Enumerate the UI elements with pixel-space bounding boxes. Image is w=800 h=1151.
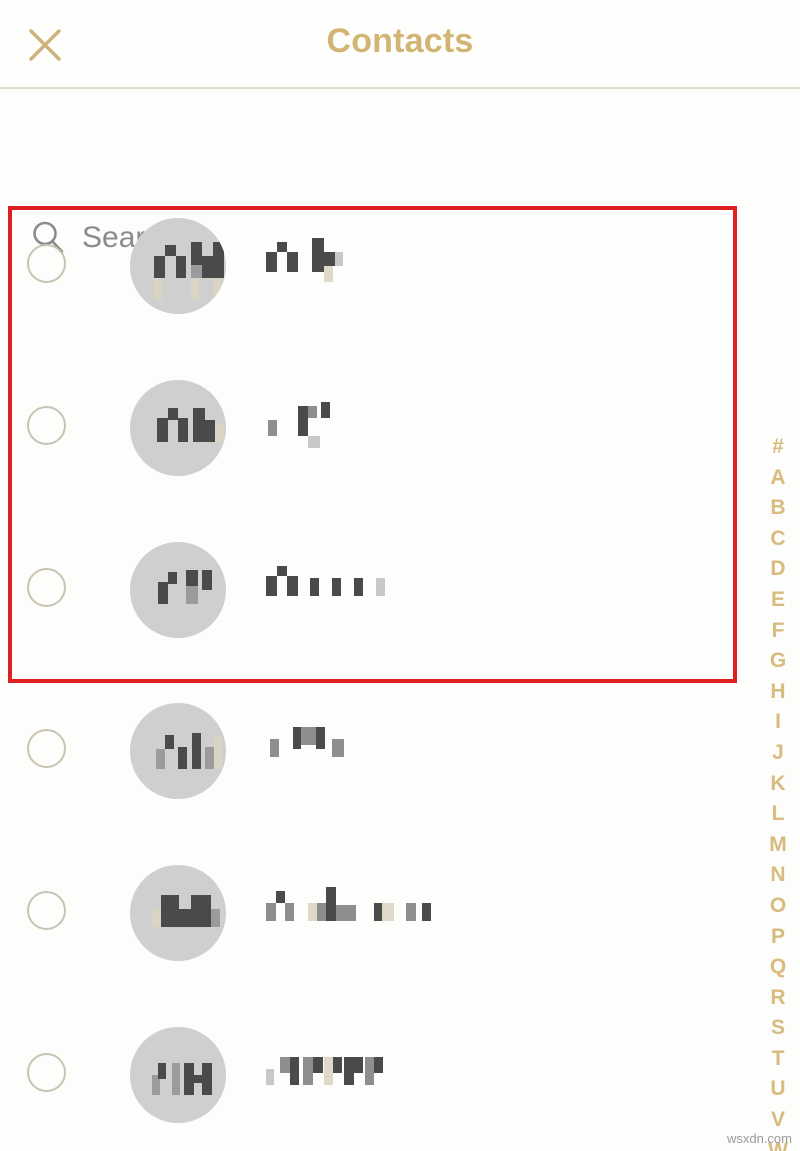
alpha-index-item[interactable]: D bbox=[756, 554, 800, 585]
contact-select-checkbox[interactable] bbox=[27, 568, 66, 607]
alpha-index-item[interactable]: G bbox=[756, 646, 800, 677]
watermark: wsxdn.com bbox=[726, 1131, 792, 1146]
contacts-screen: Contacts Search # A B C D E F G H I J K … bbox=[0, 0, 800, 1151]
contact-avatar bbox=[130, 218, 226, 314]
contact-avatar bbox=[130, 865, 226, 961]
contact-name bbox=[266, 558, 706, 618]
contact-name bbox=[266, 396, 706, 456]
alpha-index-item[interactable]: S bbox=[756, 1013, 800, 1044]
contact-list-item[interactable] bbox=[0, 506, 800, 668]
contact-select-checkbox[interactable] bbox=[27, 244, 66, 283]
contact-select-checkbox[interactable] bbox=[27, 1053, 66, 1092]
contact-name bbox=[266, 719, 706, 779]
page-title: Contacts bbox=[326, 22, 474, 60]
contact-avatar bbox=[130, 380, 226, 476]
contact-avatar bbox=[130, 542, 226, 638]
alpha-index-item[interactable]: F bbox=[756, 616, 800, 647]
contact-list-item[interactable] bbox=[0, 991, 800, 1151]
alpha-index-item[interactable]: O bbox=[756, 891, 800, 922]
alpha-index-item[interactable]: Q bbox=[756, 952, 800, 983]
contact-list[interactable] bbox=[0, 204, 800, 1151]
contact-name bbox=[266, 881, 706, 941]
alpha-index-item[interactable]: A bbox=[756, 463, 800, 494]
alpha-index-item[interactable]: H bbox=[756, 677, 800, 708]
alpha-index-item[interactable]: R bbox=[756, 983, 800, 1014]
alpha-index-item[interactable]: C bbox=[756, 524, 800, 555]
alpha-index-item[interactable]: N bbox=[756, 860, 800, 891]
alpha-index-item[interactable]: T bbox=[756, 1044, 800, 1075]
alpha-index-item[interactable]: E bbox=[756, 585, 800, 616]
contact-list-item[interactable] bbox=[0, 667, 800, 829]
contact-list-item[interactable] bbox=[0, 344, 800, 506]
alpha-index-item[interactable]: M bbox=[756, 830, 800, 861]
contact-name bbox=[266, 234, 706, 294]
alpha-index-item[interactable]: J bbox=[756, 738, 800, 769]
contact-list-item[interactable] bbox=[0, 182, 800, 344]
header-bar: Contacts bbox=[0, 0, 800, 89]
alpha-index-item[interactable]: P bbox=[756, 922, 800, 953]
alpha-index-item[interactable]: I bbox=[756, 707, 800, 738]
alphabet-index[interactable]: # A B C D E F G H I J K L M N O P Q R S … bbox=[756, 432, 800, 1151]
contact-name bbox=[266, 1043, 706, 1103]
contact-select-checkbox[interactable] bbox=[27, 891, 66, 930]
alpha-index-item[interactable]: B bbox=[756, 493, 800, 524]
alpha-index-item[interactable]: L bbox=[756, 799, 800, 830]
alpha-index-item[interactable]: K bbox=[756, 769, 800, 800]
contact-select-checkbox[interactable] bbox=[27, 729, 66, 768]
contact-select-checkbox[interactable] bbox=[27, 406, 66, 445]
contact-avatar bbox=[130, 703, 226, 799]
contact-avatar bbox=[130, 1027, 226, 1123]
contact-list-item[interactable] bbox=[0, 829, 800, 991]
alpha-index-item[interactable]: # bbox=[756, 432, 800, 463]
alpha-index-item[interactable]: U bbox=[756, 1074, 800, 1105]
